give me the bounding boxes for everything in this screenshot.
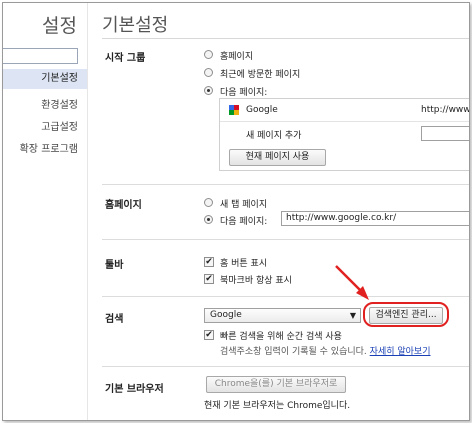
always-show-bookmarks-checkbox[interactable]: ✔ (204, 274, 214, 284)
settings-search-input[interactable] (3, 48, 78, 64)
sidebar-item-basics[interactable]: 기본설정 (3, 69, 87, 89)
homepage-option-page: 다음 페이지: (220, 217, 268, 227)
add-page-label: 새 페이지 추가 (246, 131, 302, 141)
learn-more-link[interactable]: 자세히 알아보기 (370, 347, 431, 357)
startup-radio-pages[interactable] (204, 86, 213, 95)
always-show-bookmarks-label: 북마크바 항상 표시 (220, 276, 292, 286)
section-divider (102, 366, 469, 367)
add-page-row: 새 페이지 추가 (220, 122, 469, 144)
startup-option-pages: 다음 페이지: (220, 88, 268, 98)
default-browser-section-label: 기본 브라우저 (105, 384, 164, 395)
homepage-section-label: 홈페이지 (105, 200, 142, 211)
google-favicon-icon (229, 105, 239, 115)
default-browser-status: 현재 기본 브라우저는 Chrome입니다. (204, 401, 351, 411)
use-current-pages-button[interactable]: 현재 페이지 사용 (229, 149, 326, 166)
startup-pages-list: Google http://www.g 새 페이지 추가 현재 페이지 사용 (219, 98, 470, 171)
add-page-input[interactable] (421, 126, 469, 141)
instant-search-checkbox[interactable]: ✔ (204, 330, 214, 340)
main-content: 기본설정 시작 그룹 홈페이지 최근에 방문한 페이지 다음 페이지: Goog… (88, 3, 469, 420)
show-home-button-label: 홈 버튼 표시 (220, 259, 268, 269)
section-divider (102, 296, 469, 297)
instant-search-label: 빠른 검색을 위해 순간 검색 사용 (220, 332, 342, 342)
startup-radio-homepage[interactable] (204, 50, 213, 59)
instant-search-note-text: 검색주소창 입력이 기록될 수 있습니다. (220, 347, 367, 357)
dropdown-arrow-icon: ▼ (349, 311, 356, 320)
sidebar-item-advanced[interactable]: 고급설정 (41, 118, 78, 133)
sidebar: 설정 기본설정 환경설정 고급설정 확장 프로그램 (3, 3, 88, 420)
make-default-browser-button[interactable]: Chrome을(를) 기본 브라우저로 (206, 376, 346, 393)
search-engine-select[interactable]: Google ▼ (204, 308, 361, 323)
search-engine-value: Google (210, 310, 242, 320)
section-divider (102, 184, 469, 185)
homepage-url-input[interactable]: http://www.google.co.kr/ (281, 211, 469, 226)
section-divider (102, 239, 469, 240)
startup-option-homepage: 홈페이지 (220, 52, 254, 62)
settings-window: 설정 기본설정 환경설정 고급설정 확장 프로그램 기본설정 시작 그룹 홈페이… (2, 2, 470, 421)
sidebar-item-personal[interactable]: 환경설정 (41, 96, 78, 111)
toolbar-section-label: 툴바 (105, 260, 124, 271)
startup-page-url: http://www.g (421, 105, 470, 115)
show-home-button-checkbox[interactable]: ✔ (204, 257, 214, 267)
startup-option-last-session: 최근에 방문한 페이지 (220, 70, 301, 80)
startup-section-label: 시작 그룹 (105, 53, 146, 64)
highlight-ring (363, 302, 449, 327)
homepage-radio-page[interactable] (204, 215, 213, 224)
title-divider (102, 38, 469, 39)
sidebar-item-extensions[interactable]: 확장 프로그램 (20, 140, 78, 155)
startup-radio-last-session[interactable] (204, 68, 213, 77)
sidebar-title: 설정 (42, 15, 77, 37)
homepage-radio-new-tab[interactable] (204, 198, 213, 207)
page-title: 기본설정 (102, 15, 169, 36)
homepage-option-new-tab: 새 탭 페이지 (220, 200, 268, 210)
search-section-label: 검색 (105, 314, 124, 325)
instant-search-note: 검색주소창 입력이 기록될 수 있습니다. 자세히 알아보기 (220, 344, 431, 357)
startup-page-row[interactable]: Google http://www.g (220, 99, 470, 122)
startup-page-name: Google (246, 105, 278, 115)
